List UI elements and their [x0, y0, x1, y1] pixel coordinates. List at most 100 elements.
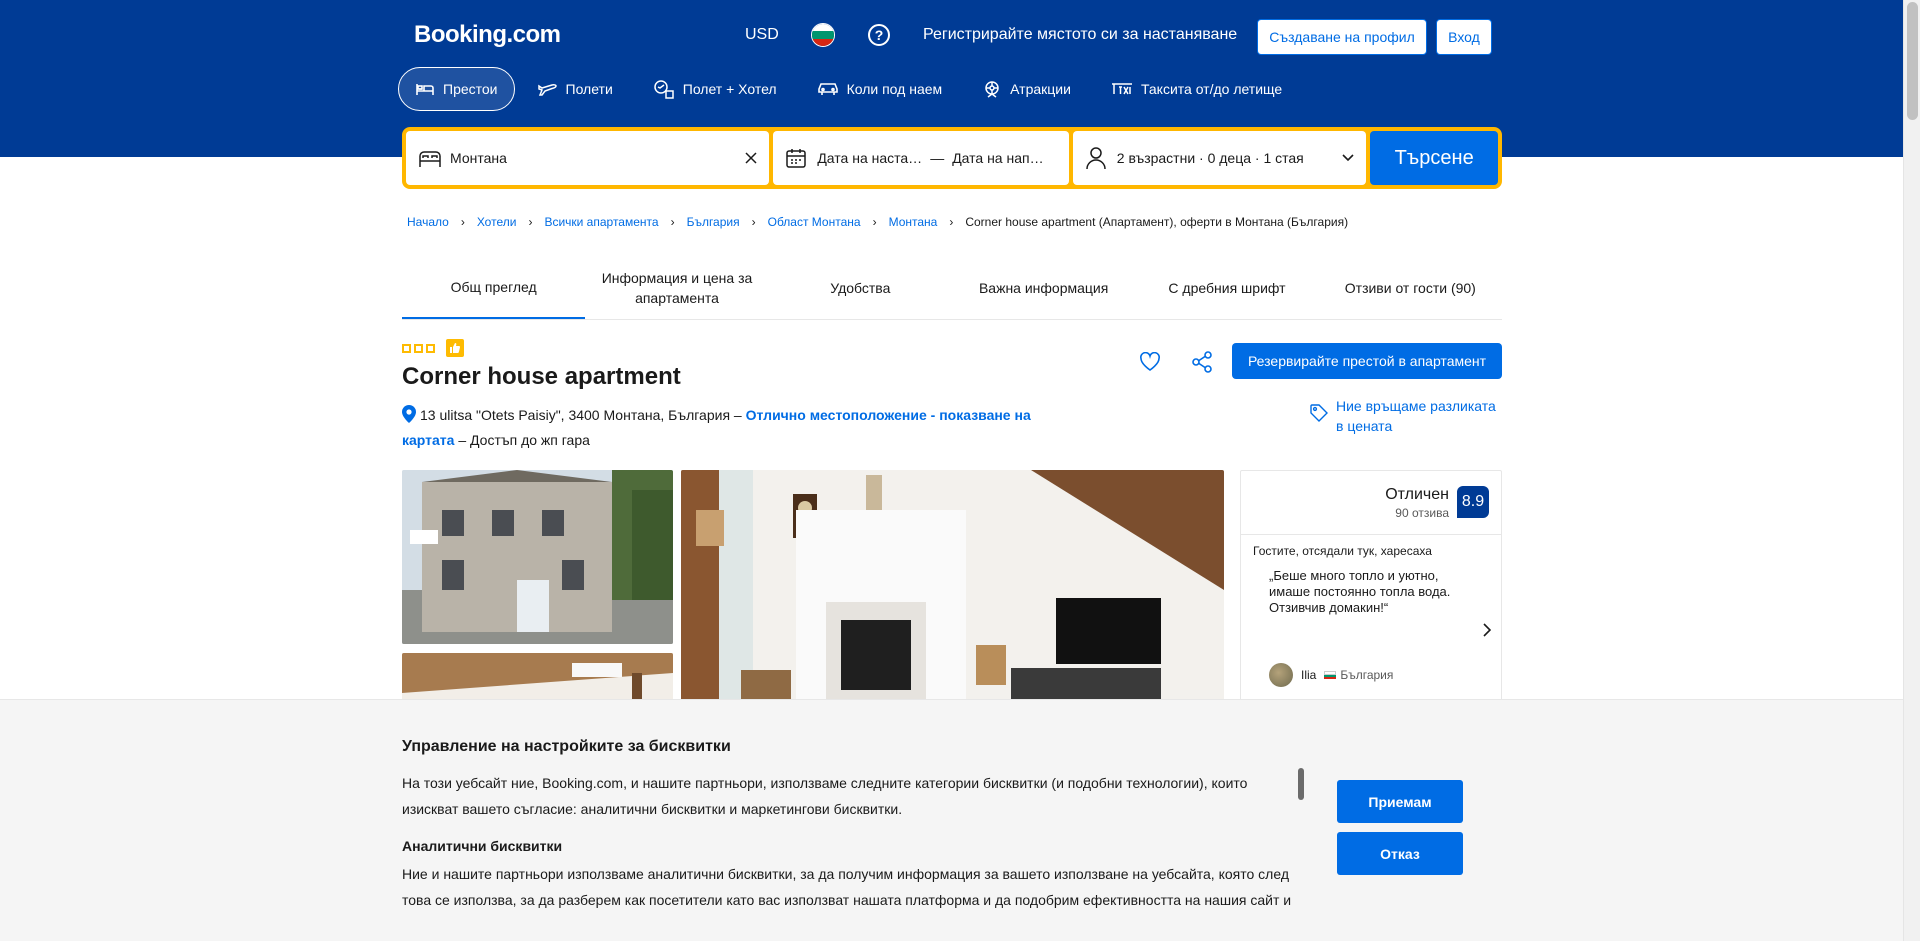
- breadcrumb-region[interactable]: Област Монтана: [768, 215, 861, 229]
- page: Booking.com USD ? Регистрирайте мястото …: [0, 0, 1903, 941]
- tab-info-prices[interactable]: Информация и цена за апартамента: [585, 256, 768, 319]
- map-pin-icon: [402, 405, 416, 429]
- booking-logo[interactable]: Booking.com: [414, 21, 561, 49]
- address-suffix: – Достъп до жп гара: [458, 432, 590, 448]
- register-property-link[interactable]: Регистрирайте мястото си за настаняване: [923, 26, 1237, 44]
- tab-guest-reviews[interactable]: Отзиви от гости (90): [1319, 256, 1502, 319]
- breadcrumb: Начало › Хотели › Всички апартамента › Б…: [407, 215, 1348, 229]
- breadcrumb-country[interactable]: България: [687, 215, 740, 229]
- destination-field[interactable]: Монтана: [406, 131, 770, 185]
- guests-value: 2 възрастни · 0 деца · 1 стая: [1116, 150, 1304, 166]
- avatar: [1269, 663, 1293, 687]
- nav-tab-label: Атракции: [1010, 81, 1071, 97]
- attractions-icon: [985, 81, 999, 98]
- cookie-scrollbar[interactable]: [1298, 768, 1304, 800]
- nav-tab-car-rental[interactable]: Коли под наем: [800, 67, 960, 111]
- property-tabs: Общ преглед Информация и цена за апартам…: [402, 256, 1502, 320]
- chevron-right-icon: ›: [751, 215, 756, 229]
- bed-icon: [416, 84, 434, 95]
- chevron-right-icon: ›: [460, 215, 465, 229]
- nav-tab-label: Полет + Хотел: [682, 81, 777, 97]
- property-photo-living-room[interactable]: [681, 470, 1224, 713]
- checkout-value: Дата на нап…: [952, 150, 1044, 166]
- tab-fine-print[interactable]: С дребния шрифт: [1135, 256, 1318, 319]
- currency-button[interactable]: USD: [745, 26, 779, 44]
- breadcrumb-apartments[interactable]: Всички апартамента: [544, 215, 658, 229]
- review-count: 90 отзива: [1395, 506, 1449, 520]
- price-match-text: Ние връщаме разликата в цената: [1336, 398, 1496, 434]
- breadcrumb-city[interactable]: Монтана: [889, 215, 938, 229]
- chevron-right-icon: ›: [528, 215, 533, 229]
- tab-facilities[interactable]: Удобства: [769, 256, 952, 319]
- rating-word: Отличен: [1385, 486, 1449, 503]
- nav-tab-flights[interactable]: Полети: [521, 67, 630, 111]
- person-icon: [1086, 147, 1106, 170]
- taxi-icon: [1111, 83, 1132, 95]
- property-address: 13 ulitsa "Otets Paisiy", 3400 Монтана, …: [402, 404, 1062, 451]
- price-tag-icon: [1310, 404, 1328, 422]
- chevron-right-icon: ›: [670, 215, 675, 229]
- tab-overview[interactable]: Общ преглед: [402, 256, 586, 319]
- calendar-icon: [786, 149, 807, 168]
- nav-tab-flight-hotel[interactable]: Полет + Хотел: [636, 67, 794, 111]
- property-photo-exterior[interactable]: [402, 470, 673, 644]
- nav-tab-label: Полети: [565, 81, 613, 97]
- star-rating: [402, 339, 464, 357]
- date-separator: —: [930, 150, 945, 166]
- review-score-header[interactable]: Отличен 90 отзива 8.9: [1241, 471, 1501, 535]
- bulgaria-flag-icon: [1324, 670, 1337, 680]
- reject-cookies-button[interactable]: Отказ: [1337, 832, 1463, 875]
- signin-button[interactable]: Вход: [1436, 19, 1492, 55]
- scrollbar-thumb[interactable]: [1907, 2, 1918, 120]
- plane-icon: [537, 84, 557, 96]
- price-match-link[interactable]: Ние връщаме разликата в цената: [1310, 396, 1505, 436]
- property-title: Corner house apartment: [402, 363, 681, 390]
- reserve-button[interactable]: Резервирайте престой в апартамент: [1232, 343, 1502, 379]
- nav-tab-airport-taxi[interactable]: Таксита от/до летище: [1094, 67, 1299, 111]
- nav-tabs: Престои Полети Полет + Хотел Коли под на…: [398, 67, 1305, 113]
- reviewer: Ilia България: [1269, 663, 1393, 687]
- language-flag-icon[interactable]: [811, 23, 835, 47]
- cookie-analytics-title: Аналитични бисквитки: [402, 838, 563, 854]
- nav-tab-stays[interactable]: Престои: [398, 67, 515, 111]
- clear-icon[interactable]: [745, 152, 757, 164]
- reviewer-name: Ilia: [1301, 668, 1317, 682]
- breadcrumb-home[interactable]: Начало: [407, 215, 449, 229]
- accept-cookies-button[interactable]: Приемам: [1337, 780, 1463, 823]
- cookie-banner: Управление на настройките за бисквитки Н…: [0, 699, 1903, 941]
- dates-field[interactable]: Дата на наста… — Дата на нап…: [773, 131, 1069, 185]
- chevron-down-icon: [1342, 154, 1354, 162]
- bed-icon: [419, 151, 441, 167]
- cookie-text: На този уебсайт ние, Booking.com, и наши…: [402, 775, 1248, 817]
- destination-value: Монтана: [450, 150, 507, 166]
- breadcrumb-hotels[interactable]: Хотели: [477, 215, 517, 229]
- star-icon: [414, 343, 423, 353]
- guests-liked-title: Гостите, отсядали тук, харесаха: [1253, 544, 1432, 558]
- guests-field[interactable]: 2 възрастни · 0 деца · 1 стая: [1072, 131, 1367, 185]
- cookie-analytics-text: Ние и нашите партньори използваме аналит…: [402, 866, 1292, 908]
- nav-tab-attractions[interactable]: Атракции: [965, 67, 1088, 111]
- cookie-title: Управление на настройките за бисквитки: [402, 738, 731, 755]
- reviewer-country: България: [1340, 668, 1394, 682]
- share-icon[interactable]: [1188, 348, 1216, 376]
- page-scrollbar[interactable]: [1903, 0, 1920, 941]
- breadcrumb-current: Corner house apartment (Апартамент), офе…: [965, 215, 1349, 229]
- chevron-right-icon: ›: [872, 215, 877, 229]
- chevron-right-icon: ›: [949, 215, 954, 229]
- review-quote: „Беше много топло и уютно, имаше постоян…: [1269, 568, 1451, 615]
- tab-house-rules[interactable]: Важна информация: [952, 256, 1135, 319]
- car-icon: [817, 83, 838, 95]
- address-text: 13 ulitsa "Otets Paisiy", 3400 Монтана, …: [420, 407, 742, 423]
- save-heart-icon[interactable]: [1136, 348, 1164, 376]
- flight-hotel-icon: [654, 80, 674, 99]
- search-bar: Монтана Дата на наста… — Дата на нап… 2 …: [402, 127, 1502, 189]
- checkin-value: Дата на наста…: [817, 150, 923, 166]
- review-score-badge: 8.9: [1457, 486, 1489, 518]
- search-button[interactable]: Търсене: [1370, 131, 1499, 185]
- nav-tab-label: Престои: [443, 81, 498, 97]
- chevron-right-icon[interactable]: [1483, 623, 1492, 642]
- nav-tab-label: Коли под наем: [846, 81, 943, 97]
- help-icon[interactable]: ?: [868, 24, 890, 46]
- signup-button[interactable]: Създаване на профил: [1257, 19, 1427, 55]
- thumbs-up-icon[interactable]: [446, 339, 464, 357]
